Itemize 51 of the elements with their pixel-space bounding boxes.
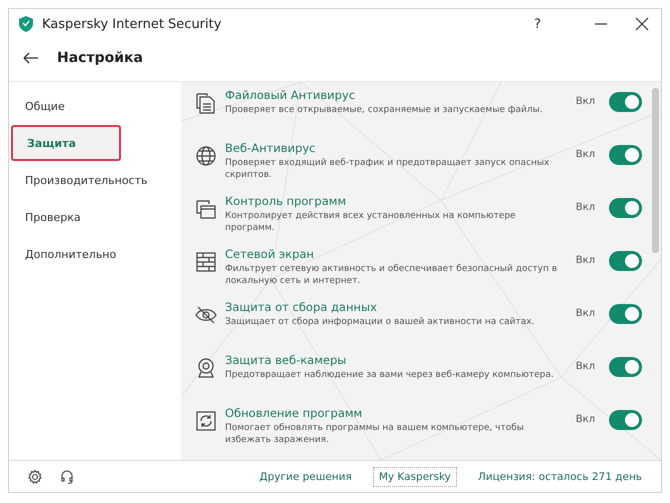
component-description: Предотвращает наблюдение за вами через веб-камеру компьютера. (225, 369, 555, 381)
component-description: Контролирует действия всех установленных на компьютере программ. (225, 210, 517, 234)
state-label: Вкл (576, 96, 595, 107)
component-title[interactable]: Сетевой экран (225, 247, 568, 261)
component-description: Проверяет входящий веб-трафик и предотвращает запуск опасных скриптов. (225, 157, 550, 181)
toggle-switch[interactable] (609, 198, 642, 218)
state-label: Вкл (576, 414, 595, 425)
component-description: Проверяет все открываемые, сохраняемые и запускаемые файлы. (225, 104, 544, 116)
shield-icon (19, 16, 33, 32)
file-icon (195, 92, 217, 114)
sidebar-item[interactable]: Производительность (9, 162, 181, 198)
component-title[interactable]: Защита от сбора данных (225, 300, 568, 314)
refresh-icon (195, 410, 217, 432)
close-icon[interactable] (635, 17, 649, 31)
state-label: Вкл (576, 202, 595, 213)
globe-icon (195, 145, 217, 167)
page-title: Настройка (57, 50, 143, 66)
toggle-switch[interactable] (609, 357, 642, 377)
sidebar-item[interactable]: Защита (11, 125, 121, 161)
toggle-switch[interactable] (609, 92, 642, 112)
component-description: Защищает от сбора информации о вашей активности на сайтах. (225, 316, 536, 328)
component-description: Помогает обновлять программы на вашем компьютере, чтобы избежать заражения. (225, 422, 525, 446)
state-label: Вкл (576, 255, 595, 266)
headset-icon[interactable] (59, 468, 75, 484)
state-label: Вкл (576, 308, 595, 319)
component-title[interactable]: Файловый Антивирус (225, 88, 568, 102)
toggle-switch[interactable] (609, 410, 642, 430)
component-description: Фильтрует сетевую активность и обеспечивает безопасный доступ в локальную сеть и интернет. (225, 263, 558, 287)
scrollbar-thumb[interactable] (652, 88, 659, 253)
component-title[interactable]: Обновление программ (225, 406, 568, 420)
window-title: Kaspersky Internet Security (42, 16, 222, 32)
state-label: Вкл (576, 149, 595, 160)
state-label: Вкл (576, 361, 595, 372)
component-title[interactable]: Защита веб-камеры (225, 353, 568, 367)
back-arrow-icon[interactable] (23, 52, 39, 64)
component-title[interactable]: Веб-Антивирус (225, 141, 568, 155)
help-button[interactable]: ? (534, 16, 541, 32)
crossed-eye-icon (195, 304, 217, 326)
component-title[interactable]: Контроль программ (225, 194, 568, 208)
footer-link[interactable]: Другие решения (254, 468, 357, 486)
sidebar-item[interactable]: Дополнительно (9, 236, 181, 272)
brick-wall-icon (195, 251, 217, 273)
sidebar-item[interactable]: Общие (9, 88, 181, 124)
footer-link[interactable]: Лицензия: осталось 271 день (472, 468, 647, 486)
windows-icon (195, 198, 217, 220)
toggle-switch[interactable] (609, 251, 642, 271)
toggle-switch[interactable] (609, 304, 642, 324)
settings-icon[interactable] (27, 468, 43, 484)
toggle-switch[interactable] (609, 145, 642, 165)
footer-link[interactable]: My Kaspersky (372, 466, 457, 486)
sidebar-item[interactable]: Проверка (9, 199, 181, 235)
